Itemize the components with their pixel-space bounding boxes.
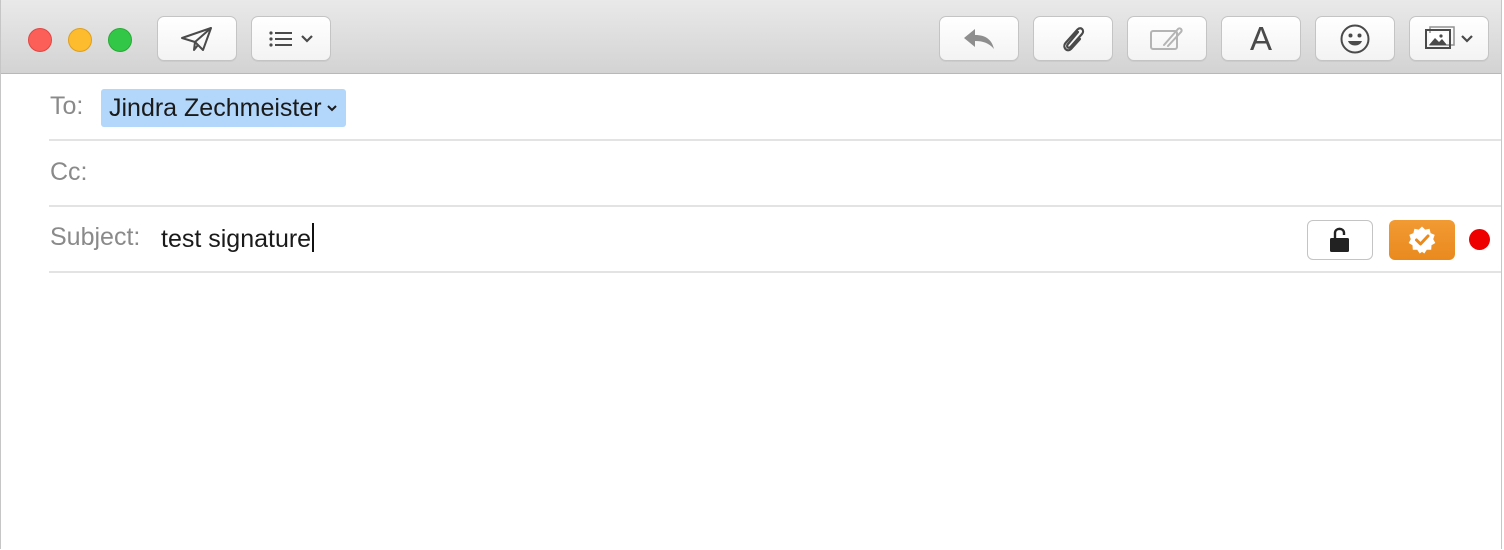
- toolbar: A: [1, 0, 1501, 74]
- mail-compose-window: A To: Jindra Zechmeister Cc: Subject: te…: [0, 0, 1502, 549]
- recipient-name: Jindra Zechmeister: [109, 93, 322, 122]
- paperclip-icon: [1063, 26, 1085, 51]
- smiley-icon: [1340, 24, 1370, 53]
- reply-button[interactable]: [939, 16, 1019, 61]
- verified-badge-icon: [1408, 226, 1436, 254]
- send-button[interactable]: [157, 16, 237, 61]
- paper-plane-icon: [181, 26, 212, 51]
- zoom-window-button[interactable]: [108, 28, 132, 52]
- cc-label: Cc:: [50, 158, 88, 186]
- format-label: A: [1249, 20, 1272, 57]
- emoji-button[interactable]: [1315, 16, 1395, 61]
- security-status-indicator: [1469, 229, 1490, 250]
- subject-text: test signature: [161, 225, 312, 253]
- attach-button[interactable]: [1033, 16, 1113, 61]
- to-field-row: To: Jindra Zechmeister: [49, 75, 1501, 141]
- text-caret: [312, 223, 315, 252]
- subject-field-row: Subject: test signature: [49, 207, 1501, 273]
- header-fields-menu-button[interactable]: [251, 16, 331, 61]
- markup-button[interactable]: [1127, 16, 1207, 61]
- chevron-down-icon: [1461, 34, 1473, 43]
- subject-label: Subject:: [50, 223, 141, 251]
- minimize-window-button[interactable]: [68, 28, 92, 52]
- to-label: To:: [50, 92, 84, 120]
- chevron-down-icon: [301, 34, 313, 43]
- unlocked-padlock-icon: [1330, 227, 1349, 252]
- encrypt-toggle-button[interactable]: [1307, 220, 1373, 260]
- reply-arrow-icon: [964, 28, 994, 49]
- close-window-button[interactable]: [28, 28, 52, 52]
- photo-browser-button[interactable]: [1409, 16, 1489, 61]
- sign-toggle-button[interactable]: [1389, 220, 1455, 260]
- chevron-down-icon: [326, 104, 337, 111]
- cc-field-row[interactable]: Cc:: [49, 141, 1501, 207]
- format-button[interactable]: A: [1221, 16, 1301, 61]
- markup-icon: [1150, 26, 1183, 50]
- recipient-token[interactable]: Jindra Zechmeister: [101, 89, 346, 127]
- photo-browser-icon: [1425, 25, 1455, 49]
- subject-input[interactable]: test signature: [161, 223, 315, 254]
- list-icon: [269, 30, 292, 47]
